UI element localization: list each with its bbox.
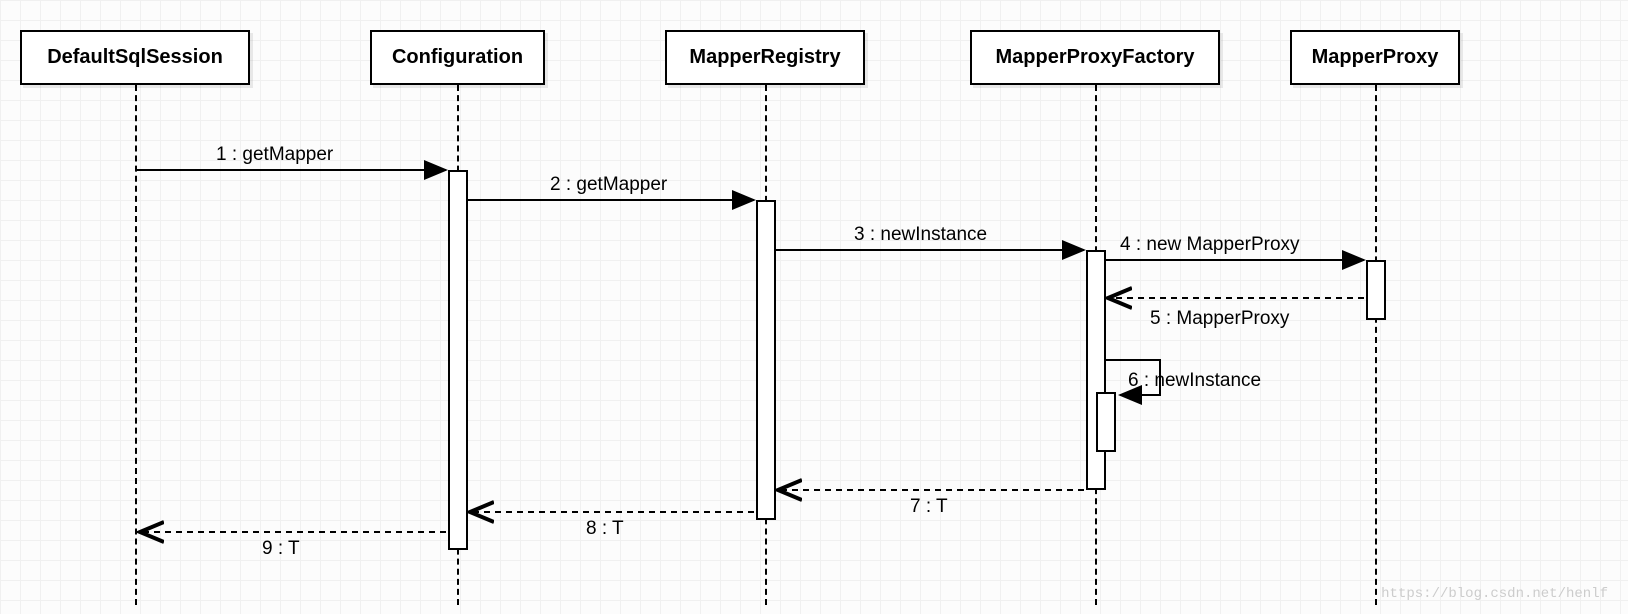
message-1-label: 1 : getMapper (216, 144, 333, 166)
message-2-label: 2 : getMapper (550, 174, 667, 196)
activation-mapper-registry (756, 200, 776, 520)
participant-mapper-registry: MapperRegistry (665, 30, 865, 85)
participant-mapper-proxy: MapperProxy (1290, 30, 1460, 85)
message-8-label: 8 : T (586, 518, 624, 540)
message-6-label: 6 : newInstance (1128, 370, 1261, 392)
message-4-label: 4 : new MapperProxy (1120, 234, 1300, 256)
message-5-label: 5 : MapperProxy (1150, 308, 1289, 330)
participant-mapper-proxy-factory: MapperProxyFactory (970, 30, 1220, 85)
watermark: https://blog.csdn.net/henlf (1381, 586, 1608, 602)
message-3-label: 3 : newInstance (854, 224, 987, 246)
activation-configuration (448, 170, 468, 550)
activation-mapper-proxy (1366, 260, 1386, 320)
lifeline-default-sql-session (135, 85, 137, 605)
activation-mapper-proxy-factory (1086, 250, 1106, 490)
participant-configuration: Configuration (370, 30, 545, 85)
message-7-label: 7 : T (910, 496, 948, 518)
participant-default-sql-session: DefaultSqlSession (20, 30, 250, 85)
lifeline-mapper-proxy (1375, 85, 1377, 605)
message-9-label: 9 : T (262, 538, 300, 560)
activation-self-call (1096, 392, 1116, 452)
